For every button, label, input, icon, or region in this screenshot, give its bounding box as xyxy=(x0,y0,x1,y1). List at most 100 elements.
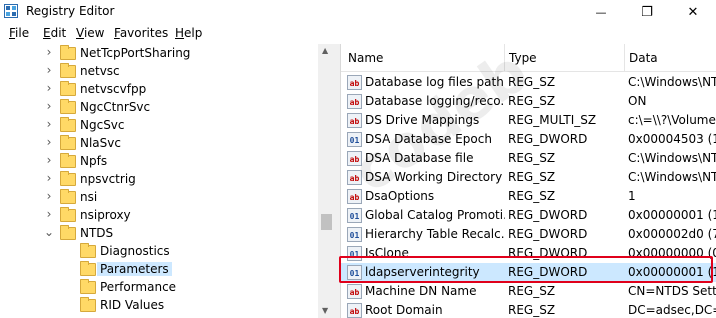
value-row[interactable]: ab DS Drive Mappings REG_MULTI_SZ c:\=\\?\V… xyxy=(341,111,716,130)
folder-icon xyxy=(60,207,76,222)
menu-view[interactable]: View xyxy=(76,26,104,40)
binary-value-icon: 01 xyxy=(347,227,362,242)
title-bar: Registry Editor — ❐ ✕ xyxy=(0,0,716,24)
tree-item[interactable]: › npsvctrig xyxy=(0,171,320,189)
tree-item[interactable]: ⌄ NTDS xyxy=(0,225,320,243)
chevron-right-icon[interactable]: › xyxy=(42,207,56,221)
tree-item[interactable]: › NlaSvc xyxy=(0,135,320,153)
binary-value-icon: 01 xyxy=(347,246,362,261)
tree-item[interactable]: › NgcCtnrSvc xyxy=(0,99,320,117)
column-type[interactable]: Type xyxy=(509,51,537,65)
column-data[interactable]: Data xyxy=(629,51,658,65)
value-row[interactable]: 01 Global Catalog Promoti... REG_DWORD 0x00… xyxy=(341,206,716,225)
folder-icon xyxy=(60,189,76,204)
value-name: Database log files path xyxy=(365,75,504,89)
value-name: DSA Database file xyxy=(365,151,474,165)
close-button[interactable]: ✕ xyxy=(670,0,716,24)
value-type: REG_SZ xyxy=(508,94,556,108)
scroll-up-icon[interactable]: ▲ xyxy=(322,46,328,55)
tree-item[interactable]: › NetTcpPortSharing xyxy=(0,45,320,63)
value-data: DC=adsec,DC=lo xyxy=(628,303,716,317)
chevron-right-icon[interactable]: › xyxy=(42,135,56,149)
value-row[interactable]: ab Database logging/reco... REG_SZ ON xyxy=(341,92,716,111)
value-data: CN=NTDS Settin xyxy=(628,284,716,298)
value-row[interactable]: abMachine DN Name REG_SZ CN=NTDS Settin xyxy=(341,282,716,301)
value-data: 0x00000000 (0) xyxy=(628,246,716,260)
chevron-right-icon[interactable]: › xyxy=(42,63,56,77)
string-value-icon: ab xyxy=(347,284,362,299)
scroll-down-icon[interactable]: ▼ xyxy=(322,306,328,315)
menu-file[interactable]: File xyxy=(9,26,29,40)
menu-favorites[interactable]: Favorites xyxy=(114,26,168,40)
chevron-right-icon[interactable]: › xyxy=(42,153,56,167)
folder-icon xyxy=(60,99,76,114)
value-row[interactable]: 01 IsClone REG_DWORD 0x00000000 (0) xyxy=(341,244,716,263)
chevron-down-icon[interactable]: ⌄ xyxy=(42,225,56,239)
tree-item[interactable]: › nsi xyxy=(0,189,320,207)
value-name: DsaOptions xyxy=(365,189,435,203)
tree-item[interactable]: › nsiproxy xyxy=(0,207,320,225)
value-type: REG_DWORD xyxy=(508,227,588,241)
tree-scrollbar[interactable]: ▲ ▼ xyxy=(318,44,335,318)
value-row[interactable]: ab DSA Database file REG_SZ C:\Windows\NT xyxy=(341,149,716,168)
tree-item-label: NlaSvc xyxy=(80,136,121,150)
value-data: c:\=\\?\Volume{ xyxy=(628,113,716,127)
tree-item[interactable]: › Npfs xyxy=(0,153,320,171)
value-row[interactable]: 01 Hierarchy Table Recalc... REG_DWORD 0x00… xyxy=(341,225,716,244)
chevron-right-icon[interactable]: › xyxy=(42,171,56,185)
folder-icon xyxy=(60,45,76,60)
tree-item[interactable]: › netvscvfpp xyxy=(0,81,320,99)
tree-item[interactable]: Diagnostics xyxy=(0,243,320,261)
chevron-right-icon[interactable]: › xyxy=(42,45,56,59)
value-name: Hierarchy Table Recalc... xyxy=(365,227,505,241)
tree-item-label: nsiproxy xyxy=(80,208,131,222)
tree-item-label: Npfs xyxy=(80,154,108,168)
tree-item-label: RID Values xyxy=(100,298,165,312)
tree-item[interactable]: Performance xyxy=(0,279,320,297)
folder-icon xyxy=(80,297,96,312)
string-value-icon: ab xyxy=(347,75,362,90)
key-tree[interactable]: › NetTcpPortSharing › netvsc › netvscvfpp › Ngc… xyxy=(0,44,335,318)
string-value-icon: ab xyxy=(347,303,362,318)
tree-item[interactable]: Parameters xyxy=(0,261,320,279)
value-data: C:\Windows\NT xyxy=(628,170,716,184)
chevron-right-icon[interactable]: › xyxy=(42,81,56,95)
tree-item-label: npsvctrig xyxy=(80,172,136,186)
value-list[interactable]: Name Type Data ab Database log files path… xyxy=(341,44,716,318)
value-type: REG_SZ xyxy=(508,284,556,298)
value-row[interactable]: abRoot Domain REG_SZ DC=adsec,DC=lo xyxy=(341,301,716,318)
value-type: REG_SZ xyxy=(508,75,556,89)
value-data: 0x000002d0 (720) xyxy=(628,227,716,241)
tree-item[interactable]: RID Values xyxy=(0,297,320,315)
chevron-right-icon[interactable]: › xyxy=(42,99,56,113)
value-type: REG_SZ xyxy=(508,189,556,203)
folder-icon xyxy=(60,171,76,186)
tree-item-label: Parameters xyxy=(97,262,172,276)
column-divider[interactable] xyxy=(504,44,505,72)
minimize-icon: — xyxy=(595,5,607,19)
value-row[interactable]: ab DsaOptions REG_SZ 1 xyxy=(341,187,716,206)
value-row[interactable]: 01 ldapserverintegrity REG_DWORD 0x00000001… xyxy=(341,263,716,282)
value-row[interactable]: ab DSA Working Directory REG_SZ C:\Windows\… xyxy=(341,168,716,187)
string-value-icon: ab xyxy=(347,189,362,204)
folder-icon xyxy=(60,225,76,240)
value-name: Root Domain xyxy=(365,303,443,317)
value-row[interactable]: ab Database log files path REG_SZ C:\Window… xyxy=(341,73,716,92)
tree-item-label: netvscvfpp xyxy=(80,82,147,96)
value-type: REG_DWORD xyxy=(508,208,588,222)
tree-item[interactable]: › netvsc xyxy=(0,63,320,81)
value-name: DS Drive Mappings xyxy=(365,113,480,127)
value-row[interactable]: 01 DSA Database Epoch REG_DWORD 0x00004503 … xyxy=(341,130,716,149)
scroll-thumb[interactable] xyxy=(321,214,332,230)
menu-edit[interactable]: Edit xyxy=(43,26,66,40)
column-name[interactable]: Name xyxy=(348,51,383,65)
tree-item[interactable]: › NgcSvc xyxy=(0,117,320,135)
value-type: REG_SZ xyxy=(508,170,556,184)
maximize-button[interactable]: ❐ xyxy=(624,0,670,24)
menu-help[interactable]: Help xyxy=(175,26,202,40)
chevron-right-icon[interactable]: › xyxy=(42,189,56,203)
column-divider[interactable] xyxy=(624,44,625,72)
menu-bar: File Edit View Favorites Help xyxy=(0,24,716,44)
minimize-button[interactable]: — xyxy=(578,0,624,24)
chevron-right-icon[interactable]: › xyxy=(42,117,56,131)
